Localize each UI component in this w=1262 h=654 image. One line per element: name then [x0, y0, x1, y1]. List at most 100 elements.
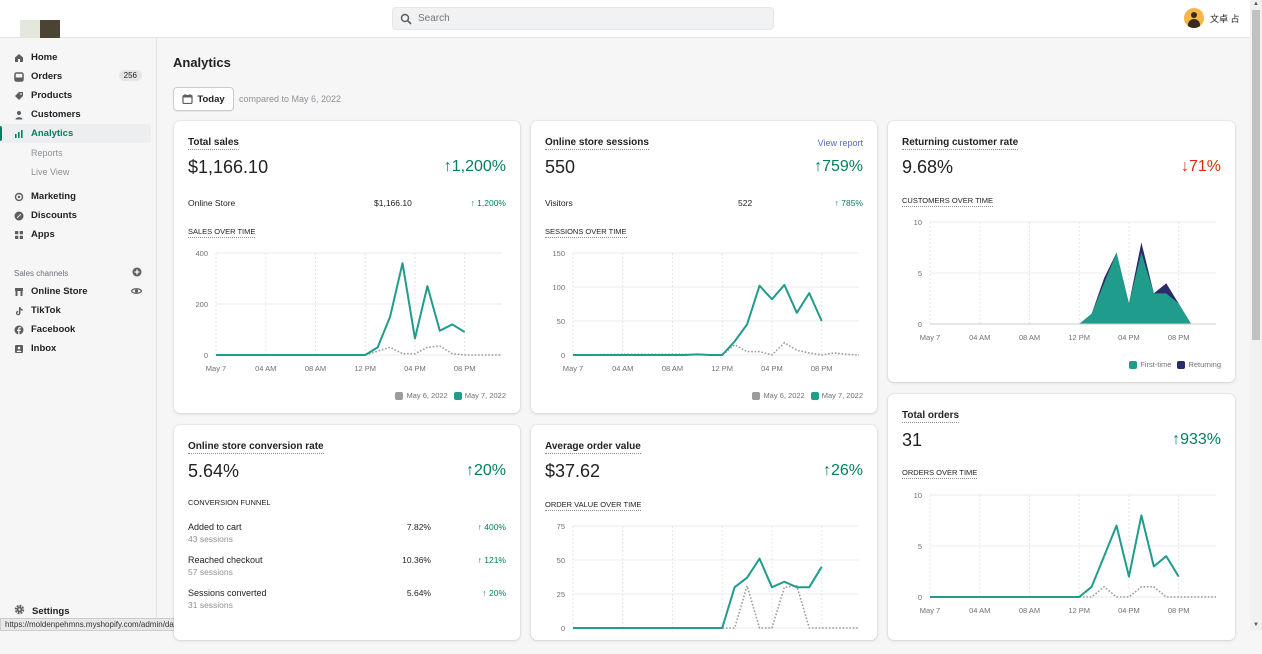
sidebar-item-inbox[interactable]: Inbox: [0, 339, 151, 358]
section-title[interactable]: SALES OVER TIME: [188, 227, 256, 238]
customers-chart[interactable]: 0 5 10 May 7 04 AM 08 AM 12 PM 04 PM 08 PM: [902, 214, 1222, 350]
x-tick-label: 08 PM: [454, 364, 476, 373]
legend-label: May 6, 2022: [406, 391, 448, 400]
sessions-card: Online store sessions View report 550 ↑7…: [531, 121, 877, 413]
scroll-down-arrow[interactable]: ▼: [1253, 622, 1259, 628]
legend-item-first-time: First-time: [1129, 360, 1171, 370]
chart-legend: May 6, 2022 May 7, 2022: [395, 391, 506, 401]
sidebar-item-products[interactable]: Products: [0, 86, 151, 105]
returning-customer-card: Returning customer rate 9.68% ↓71% CUSTO…: [888, 121, 1235, 382]
top-bar: 文卓 占: [0, 0, 1250, 40]
order-value-chart[interactable]: 0 25 50 75: [545, 518, 865, 654]
scrollbar-thumb[interactable]: [1252, 10, 1260, 340]
sidebar-item-label: TikTok: [31, 305, 61, 316]
store-icon: [14, 287, 24, 297]
metric-delta: ↑933%: [1172, 431, 1221, 448]
tag-icon: [14, 91, 24, 101]
series-line-previous: [216, 345, 502, 356]
funnel-row: Added to cart 43 sessions 7.82% ↑ 400%: [188, 522, 506, 555]
user-menu[interactable]: 文卓 占: [1184, 8, 1240, 28]
apps-icon: [14, 230, 24, 240]
sidebar-item-label: Facebook: [31, 324, 76, 335]
x-tick-label: 08 PM: [1168, 333, 1190, 342]
sidebar-subitem-reports[interactable]: Reports: [0, 143, 156, 162]
section-title[interactable]: ORDER VALUE OVER TIME: [545, 500, 642, 511]
y-tick-label: 0: [561, 624, 565, 633]
person-icon: [14, 110, 24, 120]
metric-delta: ↑1,200%: [443, 158, 506, 175]
search-bar[interactable]: [392, 7, 774, 30]
sales-channels-label: Sales channels: [14, 268, 69, 278]
facebook-icon: [14, 325, 24, 335]
metric-delta: ↓71%: [1180, 158, 1221, 175]
sidebar-item-facebook[interactable]: Facebook: [0, 320, 151, 339]
y-tick-label: 50: [557, 556, 565, 565]
add-channel-icon[interactable]: [132, 267, 142, 279]
sales-chart[interactable]: 0 200 400 May 7 04 AM 08 AM 12 PM 04 PM 08 PM: [188, 245, 508, 381]
metric-value: 9.68%: [902, 157, 954, 177]
y-tick-label: 50: [557, 317, 565, 326]
sidebar-item-label: Home: [31, 52, 58, 63]
section-title[interactable]: CUSTOMERS OVER TIME: [902, 196, 993, 207]
section-title[interactable]: ORDERS OVER TIME: [902, 468, 978, 479]
x-tick-label: 08 PM: [811, 364, 833, 373]
card-title[interactable]: Average order value: [545, 441, 641, 454]
x-tick-label: May 7: [920, 606, 940, 615]
sidebar-item-analytics[interactable]: Analytics: [0, 124, 151, 143]
breakdown-label: Online Store: [188, 198, 236, 208]
card-title[interactable]: Returning customer rate: [902, 137, 1019, 150]
y-tick-label: 75: [557, 522, 565, 531]
y-tick-label: 10: [914, 491, 922, 500]
y-tick-label: 0: [918, 320, 922, 329]
metric-value: 31: [902, 430, 923, 450]
sidebar-item-apps[interactable]: Apps: [0, 225, 151, 244]
legend-label: May 7, 2022: [821, 391, 863, 400]
x-tick-label: 04 AM: [255, 364, 276, 373]
sidebar-subitem-live-view[interactable]: Live View: [0, 162, 156, 181]
sidebar-item-customers[interactable]: Customers: [0, 105, 151, 124]
orders-icon: [14, 71, 24, 82]
tiktok-icon: [14, 306, 24, 316]
sidebar-item-orders[interactable]: Orders 256: [0, 67, 151, 86]
sidebar-item-marketing[interactable]: Marketing: [0, 187, 151, 206]
x-tick-label: 12 PM: [354, 364, 376, 373]
sidebar-item-label: Inbox: [31, 343, 57, 354]
x-tick-label: 08 PM: [1168, 606, 1190, 615]
x-tick-label: 04 AM: [969, 606, 990, 615]
breakdown-value: $1,166.10: [374, 198, 412, 208]
series-line-previous: [573, 583, 859, 629]
sidebar-item-tiktok[interactable]: TikTok: [0, 301, 151, 320]
x-tick-label: 12 PM: [1068, 333, 1090, 342]
inbox-icon: [14, 344, 24, 354]
card-title[interactable]: Online store sessions: [545, 137, 649, 150]
sidebar-item-home[interactable]: Home: [0, 48, 151, 67]
page-scrollbar[interactable]: ▲ ▼: [1250, 0, 1262, 631]
legend-item-previous: May 6, 2022: [752, 391, 805, 401]
scroll-up-arrow[interactable]: ▲: [1253, 1, 1259, 7]
section-title[interactable]: SESSIONS OVER TIME: [545, 227, 627, 238]
breakdown-delta: ↑ 1,200%: [470, 198, 506, 208]
sessions-chart[interactable]: 0 50 100 150 May 7 04 AM 08 AM 12 PM 04 PM 08 PM: [545, 245, 865, 381]
card-title[interactable]: Total sales: [188, 137, 239, 150]
date-range-button[interactable]: Today: [173, 87, 234, 111]
store-logo[interactable]: [20, 20, 60, 40]
eye-icon[interactable]: [130, 286, 143, 299]
sidebar-item-online-store[interactable]: Online Store: [0, 282, 151, 301]
view-report-link[interactable]: View report: [818, 138, 863, 148]
sidebar-item-label: Settings: [32, 605, 70, 617]
metric-value: 550: [545, 157, 576, 177]
y-tick-label: 0: [204, 351, 208, 360]
sidebar-item-discounts[interactable]: Discounts: [0, 206, 151, 225]
sidebar-item-settings[interactable]: Settings: [14, 604, 69, 618]
x-tick-label: 12 PM: [1068, 606, 1090, 615]
card-title[interactable]: Total orders: [902, 410, 960, 423]
y-tick-label: 25: [557, 590, 565, 599]
funnel-step-sessions: 57 sessions: [188, 567, 233, 577]
orders-chart[interactable]: 0 5 10 May 7 04 AM 08 AM 12 PM 04 PM 08 PM: [902, 487, 1222, 623]
sidebar-item-label: Online Store: [31, 286, 88, 297]
y-tick-label: 5: [918, 542, 922, 551]
search-input[interactable]: [418, 13, 758, 24]
card-title[interactable]: Online store conversion rate: [188, 441, 324, 454]
funnel-step-label: Sessions converted: [188, 588, 267, 598]
sidebar-item-label: Orders: [31, 71, 63, 82]
